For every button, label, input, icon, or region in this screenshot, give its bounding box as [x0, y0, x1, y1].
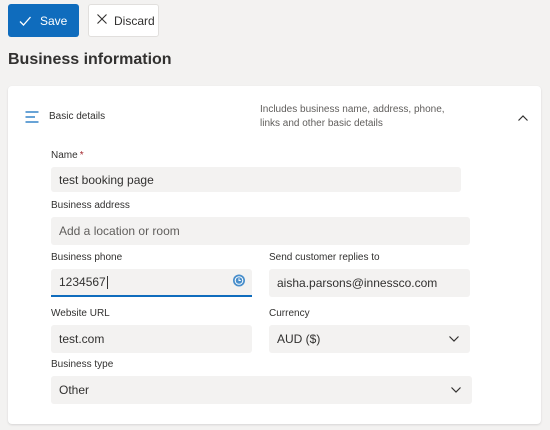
chevron-up-icon[interactable]	[517, 110, 529, 128]
clock-icon[interactable]	[232, 274, 246, 291]
name-label-text: Name	[51, 150, 78, 161]
website-label: Website URL	[51, 308, 110, 319]
phone-label: Business phone	[51, 252, 123, 263]
name-label: Name *	[51, 150, 84, 161]
discard-button[interactable]: Discard	[88, 4, 159, 37]
business-name-value: test booking page	[59, 172, 154, 187]
business-phone-input[interactable]: 1234567	[51, 269, 252, 297]
address-label: Business address	[51, 200, 130, 211]
section-title: Basic details	[49, 111, 106, 122]
website-url-value: test.com	[59, 332, 105, 346]
section-header[interactable]: Basic details Includes business name, ad…	[8, 86, 541, 146]
business-type-select[interactable]: Other	[51, 376, 472, 404]
discard-button-label: Discard	[114, 13, 155, 28]
save-button[interactable]: Save	[8, 4, 79, 37]
reply-email-value: aisha.parsons@innessco.com	[277, 276, 438, 290]
basic-details-card: Basic details Includes business name, ad…	[8, 86, 541, 424]
toolbar: Save Discard	[8, 4, 159, 37]
save-button-label: Save	[40, 13, 68, 28]
list-lines-icon	[25, 110, 39, 128]
checkmark-icon	[18, 14, 32, 28]
reply-email-label: Send customer replies to	[269, 252, 380, 263]
currency-value: AUD ($)	[277, 332, 321, 346]
business-type-label: Business type	[51, 359, 114, 370]
business-type-value: Other	[59, 383, 90, 397]
reply-email-input[interactable]: aisha.parsons@innessco.com	[269, 269, 470, 297]
close-icon	[96, 13, 108, 28]
currency-select[interactable]: AUD ($)	[269, 325, 470, 353]
website-url-input[interactable]: test.com	[51, 325, 252, 353]
text-cursor	[106, 275, 108, 289]
section-description: Includes business name, address, phone, …	[260, 104, 445, 129]
chevron-down-icon	[448, 332, 460, 346]
required-indicator: *	[79, 150, 84, 161]
business-name-input[interactable]: test booking page	[51, 167, 461, 192]
page-title: Business information	[8, 51, 172, 68]
chevron-down-icon	[450, 383, 462, 397]
business-phone-value: 1234567	[59, 275, 106, 289]
business-address-input[interactable]: Add a location or room	[51, 217, 470, 245]
currency-label: Currency	[269, 308, 310, 319]
business-address-placeholder: Add a location or room	[59, 224, 180, 238]
